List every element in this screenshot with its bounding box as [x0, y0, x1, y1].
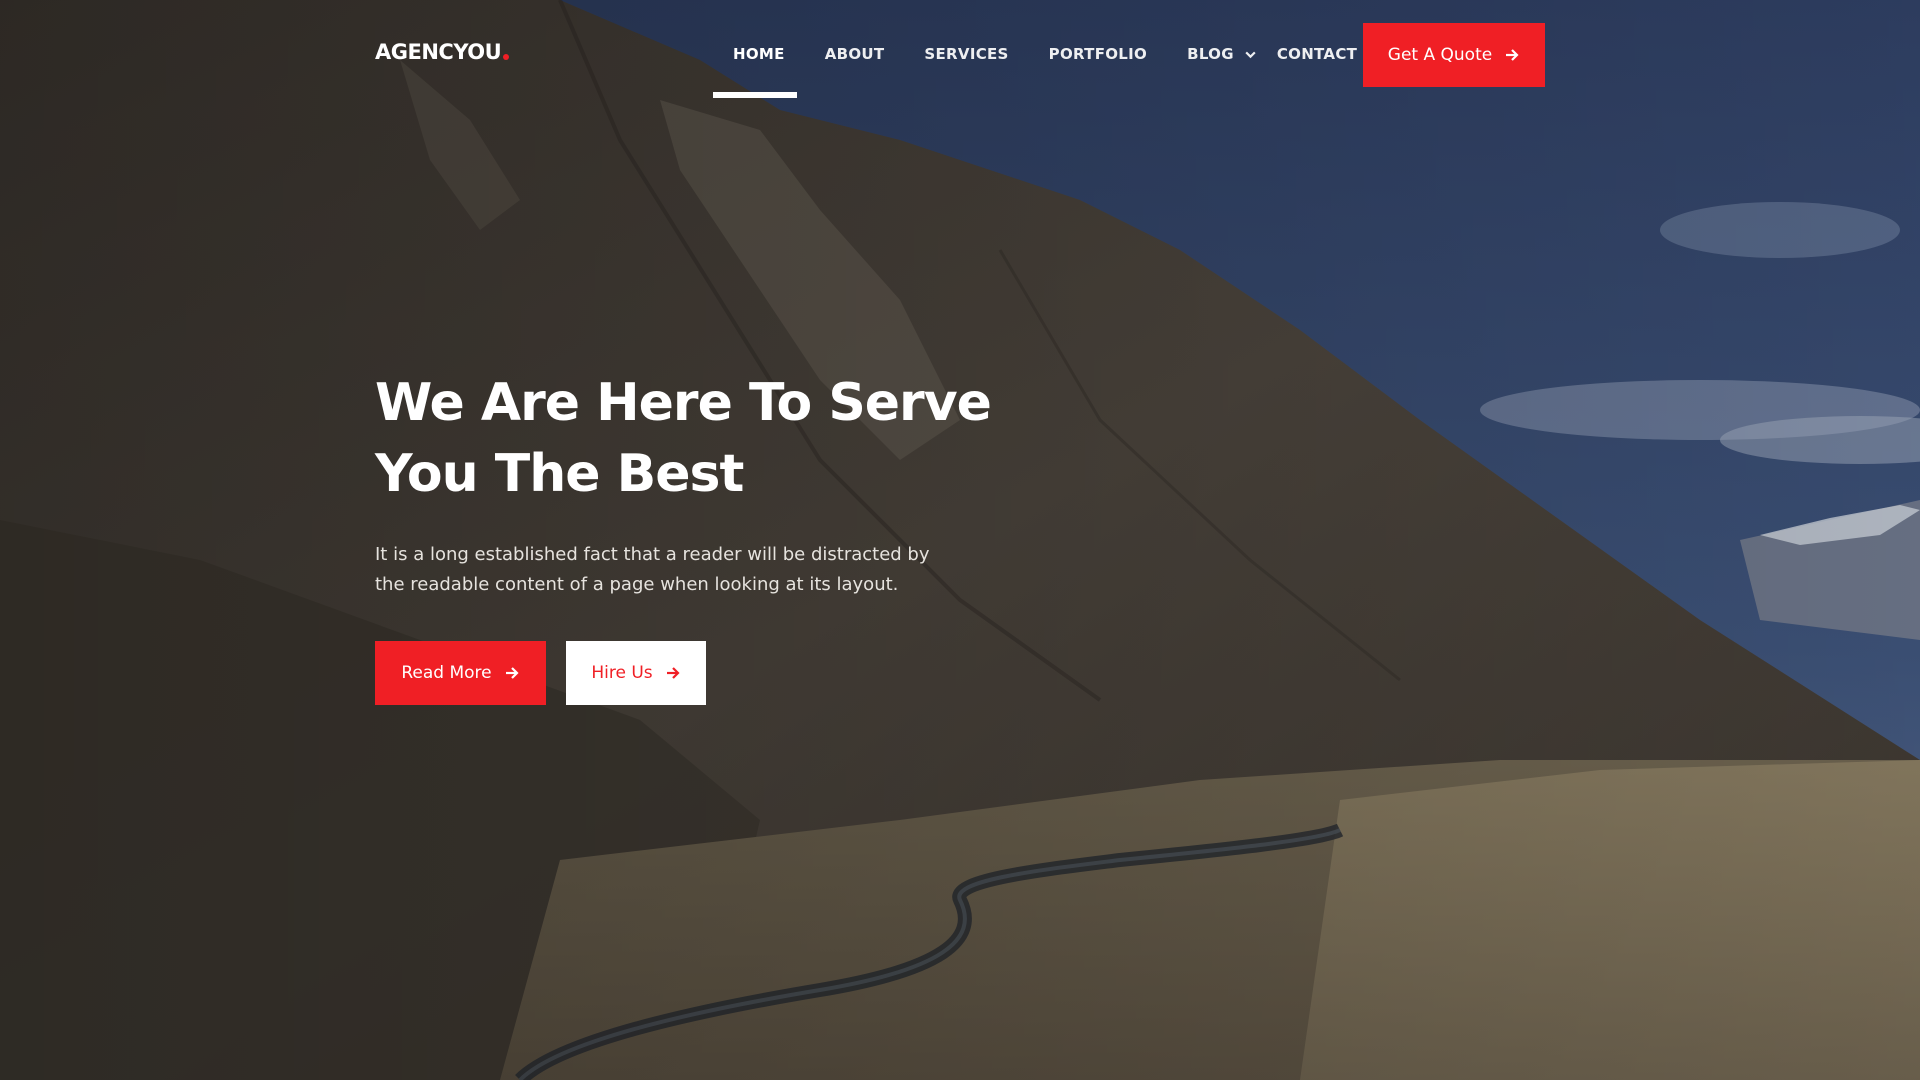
nav-item-home[interactable]: HOME: [713, 45, 797, 98]
get-quote-button[interactable]: Get A Quote: [1363, 23, 1545, 87]
nav-item-contact[interactable]: CONTACT: [1277, 45, 1357, 63]
nav-item-portfolio[interactable]: PORTFOLIO: [1049, 45, 1147, 63]
nav-item-about[interactable]: ABOUT: [825, 45, 885, 63]
logo-dot: [503, 54, 510, 60]
dark-overlay: [0, 0, 1920, 1080]
hire-us-label: Hire Us: [591, 663, 653, 683]
nav-item-label: PORTFOLIO: [1048, 45, 1148, 63]
hero-description: It is a long established fact that a rea…: [375, 544, 930, 595]
get-quote-label: Get A Quote: [1387, 45, 1493, 65]
site-logo[interactable]: AGENCYOU: [375, 40, 510, 64]
arrow-right-icon: [666, 667, 680, 679]
hero-title-line-1: We Are Here To Serve: [375, 373, 992, 433]
nav-item-label: ABOUT: [824, 45, 885, 63]
nav-item-services[interactable]: SERVICES: [924, 45, 1008, 63]
chevron-down-icon: [1245, 51, 1256, 58]
site-header: AGENCYOU HOME ABOUT SERVICES PORTFOLIO B…: [0, 0, 1920, 110]
arrow-right-icon: [505, 667, 519, 679]
read-more-button[interactable]: Read More: [375, 641, 546, 705]
main-navigation: HOME ABOUT SERVICES PORTFOLIO BLOG CONTA…: [713, 45, 1397, 98]
hero-title-line-2: You The Best: [375, 444, 744, 504]
nav-item-label: HOME: [733, 45, 785, 63]
active-nav-indicator: [713, 92, 797, 98]
logo-text: AGENCYOU: [375, 40, 502, 64]
hire-us-button[interactable]: Hire Us: [566, 641, 706, 705]
nav-item-blog[interactable]: BLOG: [1187, 45, 1257, 63]
nav-item-label: CONTACT: [1276, 45, 1358, 63]
hero-section: AGENCYOU HOME ABOUT SERVICES PORTFOLIO B…: [0, 0, 1920, 1080]
nav-item-label: SERVICES: [924, 45, 1009, 63]
read-more-label: Read More: [401, 663, 492, 683]
hero-title: We Are Here To Serve You The Best: [375, 368, 995, 510]
nav-item-label: BLOG: [1187, 45, 1234, 63]
arrow-right-icon: [1506, 49, 1519, 61]
